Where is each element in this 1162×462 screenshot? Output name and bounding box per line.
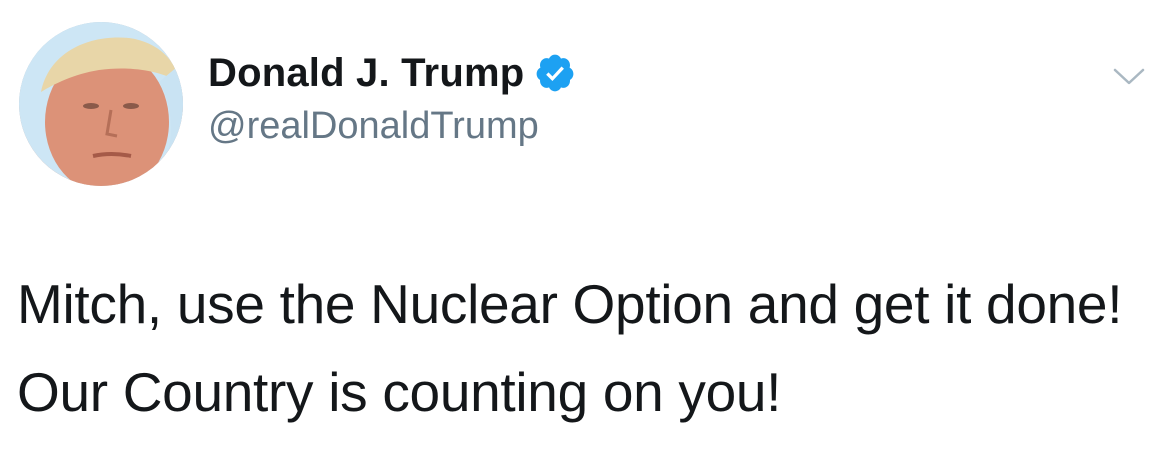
chevron-down-icon xyxy=(1113,68,1145,85)
author-handle[interactable]: @realDonaldTrump xyxy=(208,105,539,148)
tweet-menu-button[interactable] xyxy=(1112,62,1146,90)
author-display-name[interactable]: Donald J. Trump xyxy=(208,51,524,96)
profile-photo-icon xyxy=(19,22,183,186)
verified-badge-icon xyxy=(534,52,576,94)
tweet-text: Mitch, use the Nuclear Option and get it… xyxy=(17,273,1123,423)
author-name-row[interactable]: Donald J. Trump xyxy=(208,48,576,98)
tweet-card: Donald J. Trump @realDonaldTrump Mitch, … xyxy=(0,0,1162,462)
avatar[interactable] xyxy=(19,22,183,186)
